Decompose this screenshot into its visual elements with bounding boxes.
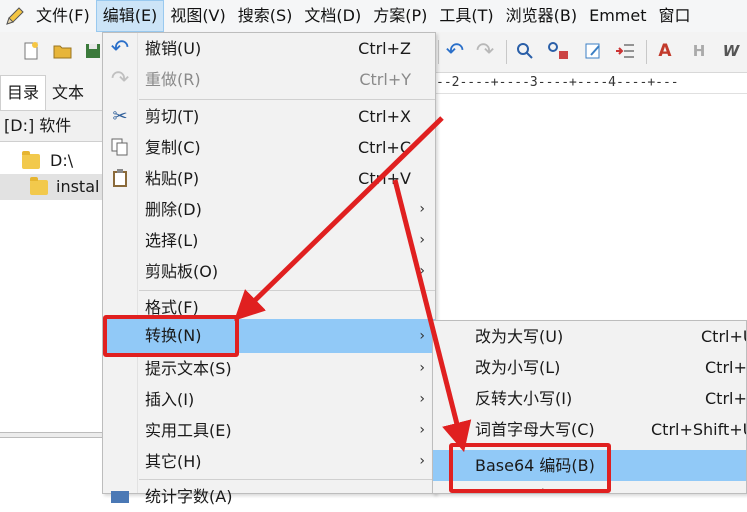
chevron-right-icon: ›: [419, 263, 425, 279]
new-file-icon[interactable]: [18, 38, 44, 64]
menu-item-word-count[interactable]: 统计字数(A): [103, 481, 435, 512]
edit-menu: ↶ 撤销(U) Ctrl+Z ↷ 重做(R) Ctrl+Y ✂ 剪切(T) Ct…: [102, 32, 436, 506]
menu-separator: [139, 99, 435, 100]
submenu-item-invert-case[interactable]: 反转大小写(I) Ctrl+I: [433, 383, 746, 414]
scissors-icon: ✂: [112, 105, 128, 127]
menu-browser[interactable]: 浏览器(B): [500, 0, 583, 32]
redo-icon: ↷: [110, 66, 130, 92]
menu-view[interactable]: 视图(V): [164, 0, 231, 32]
tree-item-label: D:\: [50, 151, 74, 170]
chevron-right-icon: ›: [419, 328, 425, 344]
menu-tools[interactable]: 工具(T): [433, 0, 499, 32]
undo-toolbar-icon[interactable]: ↶: [442, 38, 468, 64]
chevron-right-icon: ›: [419, 391, 425, 407]
chevron-right-icon: ›: [419, 360, 425, 376]
menu-item-cut[interactable]: ✂ 剪切(T) Ctrl+X: [103, 101, 435, 132]
chevron-right-icon: ›: [419, 201, 425, 217]
indent-icon[interactable]: [612, 38, 638, 64]
menu-document[interactable]: 文档(D): [298, 0, 367, 32]
copy-icon: [109, 136, 131, 158]
folder-icon: [22, 151, 40, 169]
menu-item-clipboard[interactable]: 剪贴板(O) ›: [103, 256, 435, 287]
chevron-right-icon: ›: [419, 422, 425, 438]
chevron-right-icon: ›: [419, 453, 425, 469]
pencil-app-icon: [0, 0, 30, 32]
menu-item-other[interactable]: 其它(H) ›: [103, 446, 435, 477]
heading-icon[interactable]: H: [686, 38, 712, 64]
find-replace-icon[interactable]: [546, 38, 572, 64]
panel-tabs: 目录 文本: [0, 72, 104, 111]
menu-emmet[interactable]: Emmet: [583, 0, 652, 32]
editor-ruler: --2----+----3----+----4----+---: [436, 73, 747, 94]
menu-item-prompt-text[interactable]: 提示文本(S) ›: [103, 353, 435, 384]
tab-directory[interactable]: 目录: [0, 75, 47, 110]
toolbar-separator: [506, 40, 507, 64]
tab-text[interactable]: 文本: [46, 76, 90, 110]
submenu-item-uppercase[interactable]: 改为大写(U) Ctrl+U: [433, 321, 746, 352]
menu-item-copy[interactable]: 复制(C) Ctrl+C: [103, 132, 435, 163]
menu-file[interactable]: 文件(F): [30, 0, 96, 32]
toolbar-separator: [646, 40, 647, 64]
annotation-box-base64: [449, 443, 611, 493]
menu-edit[interactable]: 编辑(E): [95, 0, 165, 32]
folder-icon: [30, 177, 48, 195]
file-explorer-panel: 目录 文本 [D:] 软件 D:\ instal: [0, 72, 105, 494]
drive-select[interactable]: [D:] 软件: [0, 111, 104, 142]
menu-separator: [139, 290, 435, 291]
menu-item-delete[interactable]: 删除(D) ›: [103, 194, 435, 225]
redo-toolbar-icon[interactable]: ↷: [472, 38, 498, 64]
toolbar-separator: [438, 40, 439, 64]
menu-scheme[interactable]: 方案(P): [367, 0, 433, 32]
undo-icon: ↶: [110, 35, 130, 61]
menu-item-utilities[interactable]: 实用工具(E) ›: [103, 415, 435, 446]
stats-icon: [109, 485, 131, 507]
annotation-box-convert: [103, 315, 239, 357]
wrap-icon[interactable]: W: [718, 38, 744, 64]
menu-item-undo[interactable]: ↶ 撤销(U) Ctrl+Z: [103, 33, 435, 64]
menu-separator: [139, 479, 435, 480]
menu-item-select[interactable]: 选择(L) ›: [103, 225, 435, 256]
menu-item-redo[interactable]: ↷ 重做(R) Ctrl+Y: [103, 64, 435, 95]
panel-splitter[interactable]: [0, 432, 104, 438]
menu-search[interactable]: 搜索(S): [232, 0, 299, 32]
submenu-item-lowercase[interactable]: 改为小写(L) Ctrl+L: [433, 352, 746, 383]
menu-item-paste[interactable]: 粘贴(P) Ctrl+V: [103, 163, 435, 194]
open-folder-icon[interactable]: [50, 38, 76, 64]
menubar: 文件(F) 编辑(E) 视图(V) 搜索(S) 文档(D) 方案(P) 工具(T…: [0, 0, 747, 33]
menu-item-insert[interactable]: 插入(I) ›: [103, 384, 435, 415]
chevron-right-icon: ›: [419, 232, 425, 248]
tree-item-install[interactable]: instal: [0, 174, 104, 200]
tree-item-label: instal: [56, 177, 100, 196]
font-icon[interactable]: A: [652, 38, 678, 64]
edit-document-icon[interactable]: [580, 38, 606, 64]
clipboard-icon: [109, 167, 131, 189]
tree-item-drive[interactable]: D:\: [0, 148, 104, 174]
submenu-item-capitalize[interactable]: 词首字母大写(C) Ctrl+Shift+U: [433, 414, 746, 445]
find-icon[interactable]: [512, 38, 538, 64]
menu-window[interactable]: 窗口: [653, 0, 697, 32]
